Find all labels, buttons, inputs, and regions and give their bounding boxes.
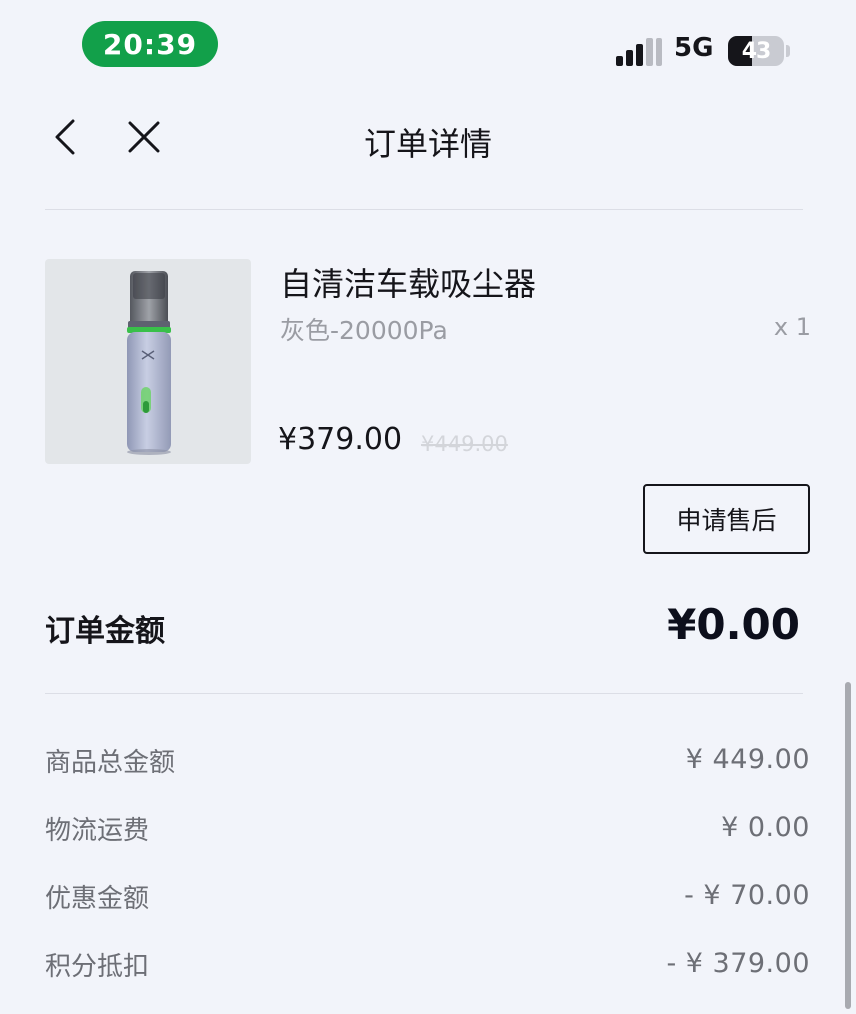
summary-label: 积分抵扣 (45, 952, 150, 982)
status-time[interactable]: 20:39 (82, 21, 218, 67)
cellular-signal-icon (616, 36, 662, 66)
battery-icon: 43 (728, 36, 784, 66)
chevron-left-icon (55, 119, 75, 155)
product-price: ¥379.00 (278, 422, 403, 457)
summary-label: 优惠金额 (45, 884, 150, 914)
divider (45, 209, 803, 210)
summary-value: ¥ 449.00 (685, 744, 810, 775)
summary-value: - ¥ 70.00 (684, 880, 810, 911)
summary-row-points: 积分抵扣 - ¥ 379.00 (45, 946, 810, 1014)
summary-value: - ¥ 379.00 (666, 948, 810, 979)
vacuum-image (127, 271, 171, 455)
summary-label: 商品总金额 (45, 748, 176, 778)
close-button[interactable] (122, 115, 166, 159)
product-quantity: x 1 (773, 313, 811, 341)
summary-label: 物流运费 (45, 816, 150, 846)
back-button[interactable] (42, 115, 86, 159)
summary-row-discount: 优惠金额 - ¥ 70.00 (45, 878, 810, 946)
summary-row-goods-total: 商品总金额 ¥ 449.00 (45, 742, 810, 810)
nav-bar: 订单详情 (0, 95, 856, 185)
after-sale-button[interactable]: 申请售后 (643, 484, 810, 554)
network-type: 5G (674, 33, 714, 63)
scrollbar[interactable] (845, 682, 851, 1009)
product-image[interactable] (45, 259, 251, 464)
product-variant: 灰色-20000Pa (280, 316, 448, 345)
summary-value: ¥ 0.00 (721, 812, 810, 843)
price-summary: 商品总金额 ¥ 449.00 物流运费 ¥ 0.00 优惠金额 - ¥ 70.0… (45, 742, 810, 1014)
product-name: 自清洁车载吸尘器 (280, 265, 537, 303)
close-icon (128, 121, 160, 153)
status-bar: 20:39 5G 43 (0, 0, 856, 90)
divider (45, 693, 803, 694)
battery-tip (786, 45, 790, 57)
order-total-label: 订单金额 (45, 614, 165, 649)
summary-row-shipping: 物流运费 ¥ 0.00 (45, 810, 810, 878)
product-original-price: ¥449.00 (421, 432, 508, 456)
product-item[interactable]: 自清洁车载吸尘器 灰色-20000Pa x 1 ¥379.00 ¥449.00 (45, 259, 811, 469)
order-total-value: ¥0.00 (667, 600, 800, 649)
battery-level: 43 (741, 38, 772, 64)
